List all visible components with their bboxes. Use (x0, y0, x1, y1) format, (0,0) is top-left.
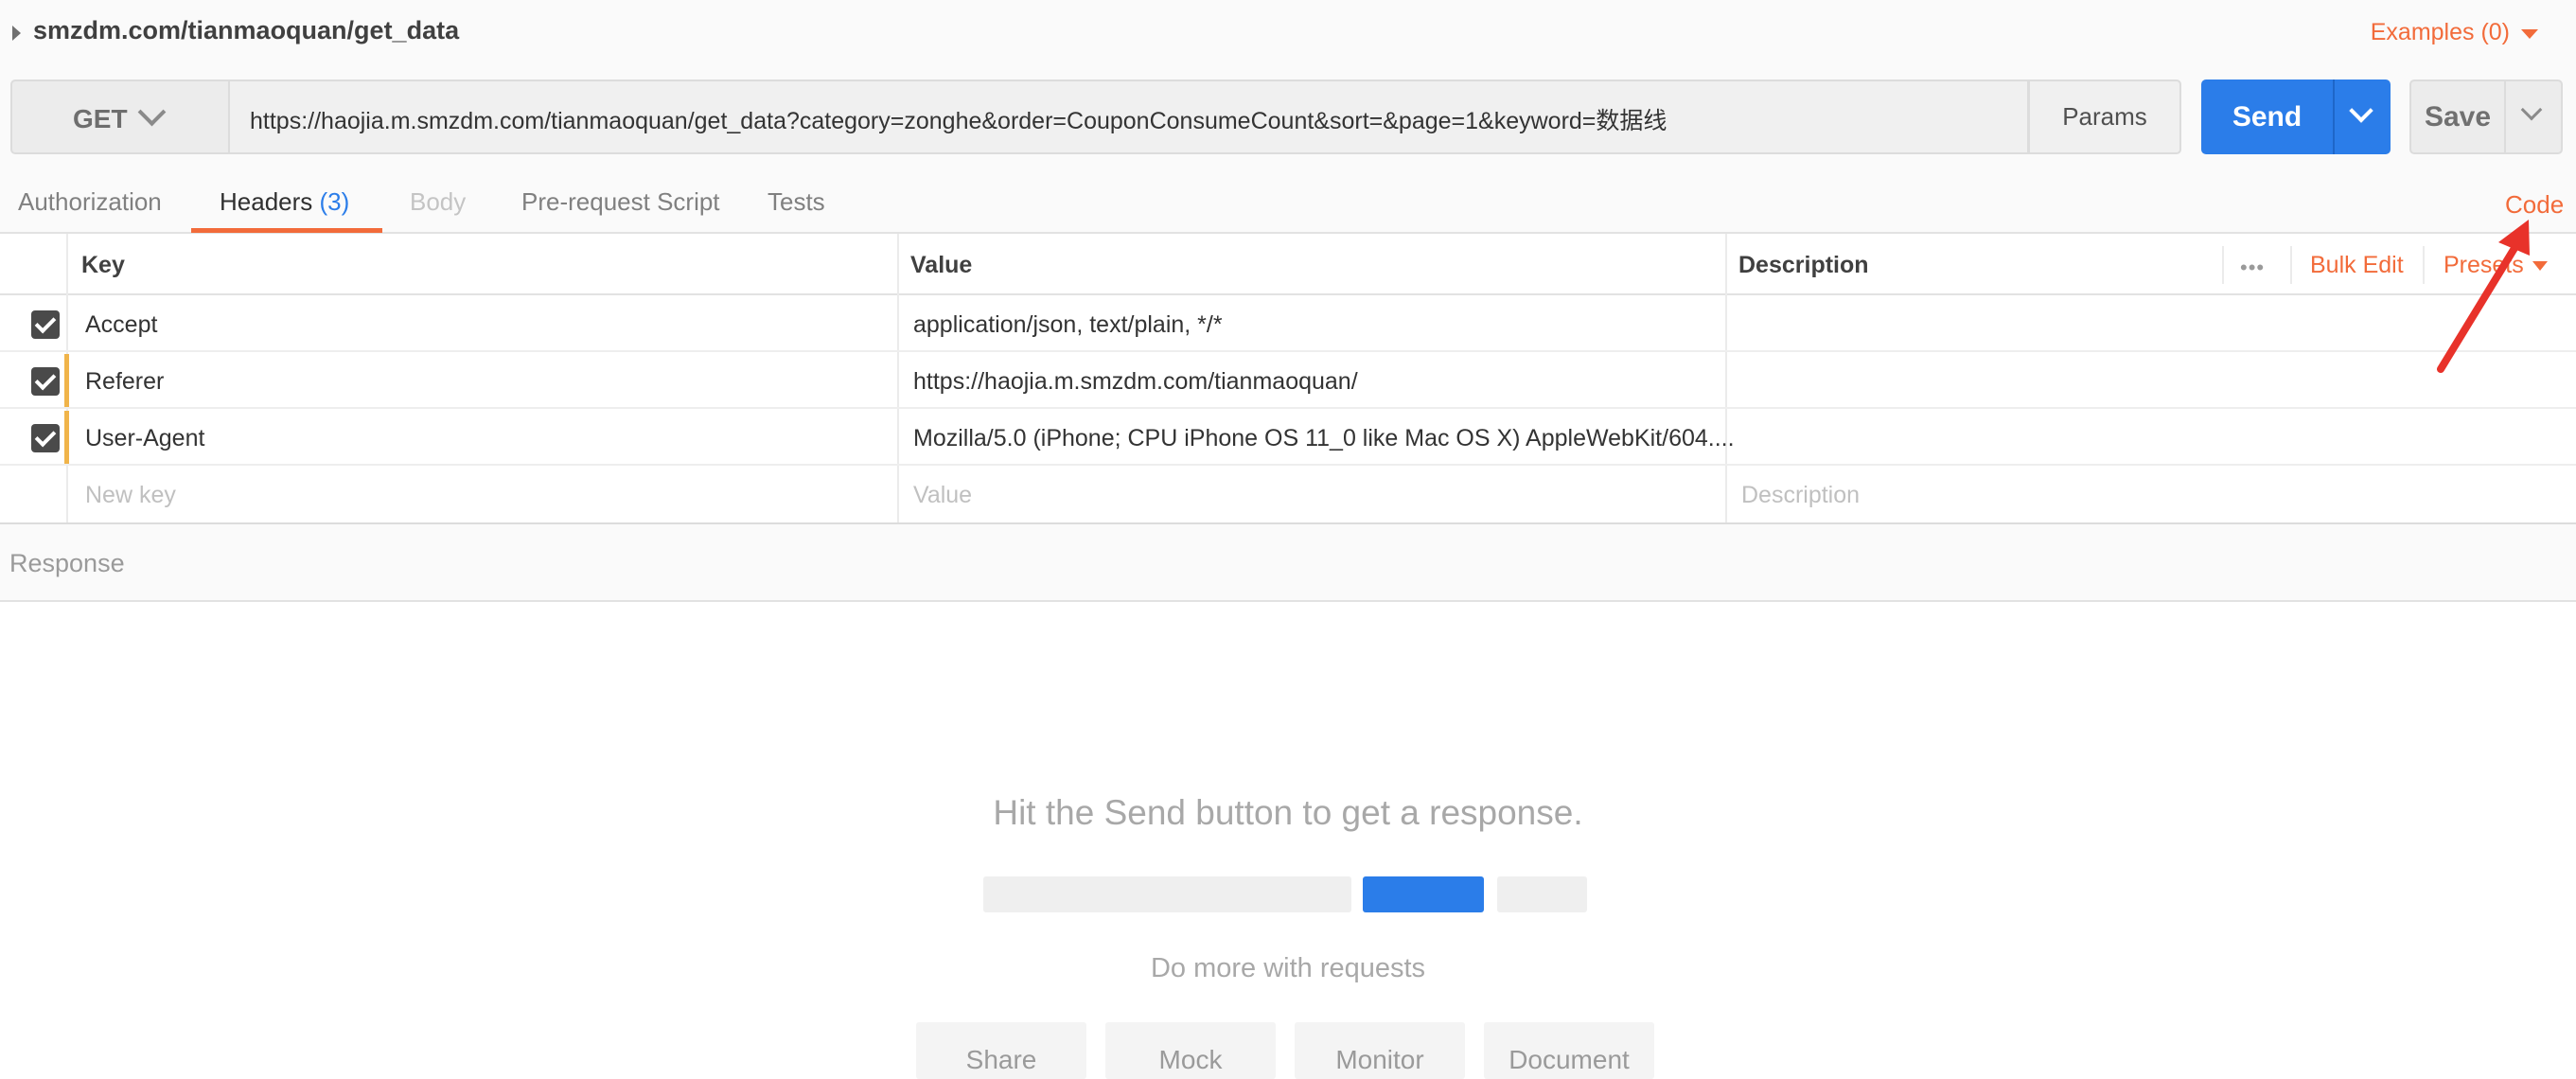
monitor-card[interactable]: Monitor (1295, 1022, 1465, 1079)
new-description-input[interactable]: Description (1741, 482, 1860, 509)
tab-tests[interactable]: Tests (768, 187, 825, 217)
url-text[interactable]: https://haojia.m.smzdm.com/tianmaoquan/g… (250, 102, 1667, 136)
document-card[interactable]: Document (1484, 1022, 1654, 1079)
headers-table-header (0, 234, 2576, 295)
more-options-icon[interactable]: ••• (2240, 256, 2265, 280)
headers-count-badge: (3) (319, 187, 350, 216)
check-icon (34, 425, 57, 448)
new-key-input[interactable]: New key (85, 482, 176, 509)
do-more-heading: Do more with requests (1150, 953, 1426, 983)
row-enabled-checkbox[interactable] (31, 367, 60, 396)
examples-dropdown[interactable]: Examples (0) (2371, 19, 2510, 46)
new-value-input[interactable]: Value (913, 482, 972, 509)
request-tabs (0, 166, 2576, 234)
bulk-edit-button[interactable]: Bulk Edit (2310, 252, 2404, 279)
column-header-description: Description (1738, 252, 1869, 278)
header-value-cell[interactable]: application/json, text/plain, */* (913, 311, 1223, 339)
new-header-row (0, 466, 2576, 522)
save-button[interactable]: Save (2409, 80, 2504, 154)
active-tab-indicator (191, 228, 382, 233)
row-drag-handle[interactable] (64, 411, 69, 464)
header-value-cell[interactable]: https://haojia.m.smzdm.com/tianmaoquan/ (913, 368, 1358, 396)
row-enabled-checkbox[interactable] (31, 310, 60, 339)
header-key-cell[interactable]: Referer (85, 368, 164, 396)
mock-card[interactable]: Mock (1105, 1022, 1276, 1079)
share-card[interactable]: Share (916, 1022, 1086, 1079)
tab-body[interactable]: Body (410, 187, 466, 217)
header-key-cell[interactable]: Accept (85, 311, 157, 339)
response-placeholder-bar (983, 876, 1351, 912)
params-button[interactable]: Params (2028, 80, 2181, 154)
row-drag-handle[interactable] (64, 354, 69, 407)
response-empty-hint: Hit the Send button to get a response. (993, 793, 1583, 832)
response-title: Response (9, 549, 125, 577)
response-placeholder-bar (1497, 876, 1587, 912)
tab-authorization[interactable]: Authorization (18, 187, 162, 217)
request-name[interactable]: smzdm.com/tianmaoquan/get_data (33, 16, 459, 45)
header-tools-divider (2290, 246, 2292, 284)
caret-right-icon[interactable] (12, 26, 21, 41)
header-value-cell[interactable]: Mozilla/5.0 (iPhone; CPU iPhone OS 11_0 … (913, 425, 1735, 452)
table-row (0, 295, 2576, 352)
response-placeholder-bar (1363, 876, 1484, 912)
row-enabled-checkbox[interactable] (31, 424, 60, 452)
tab-headers-label: Headers (220, 187, 313, 216)
send-button[interactable]: Send (2201, 80, 2333, 154)
header-key-cell[interactable]: User-Agent (85, 425, 204, 452)
check-icon (34, 368, 57, 391)
tab-pre-request-script[interactable]: Pre-request Script (521, 187, 720, 217)
header-tools-divider (2222, 246, 2224, 284)
response-header (0, 522, 2576, 602)
tab-headers[interactable]: Headers (3) (220, 187, 349, 217)
annotation-arrow-icon (2437, 220, 2530, 373)
caret-down-icon[interactable] (2521, 29, 2538, 39)
check-icon (34, 311, 57, 334)
column-header-value: Value (910, 252, 973, 278)
column-header-key: Key (81, 252, 125, 278)
method-label[interactable]: GET (73, 104, 128, 134)
